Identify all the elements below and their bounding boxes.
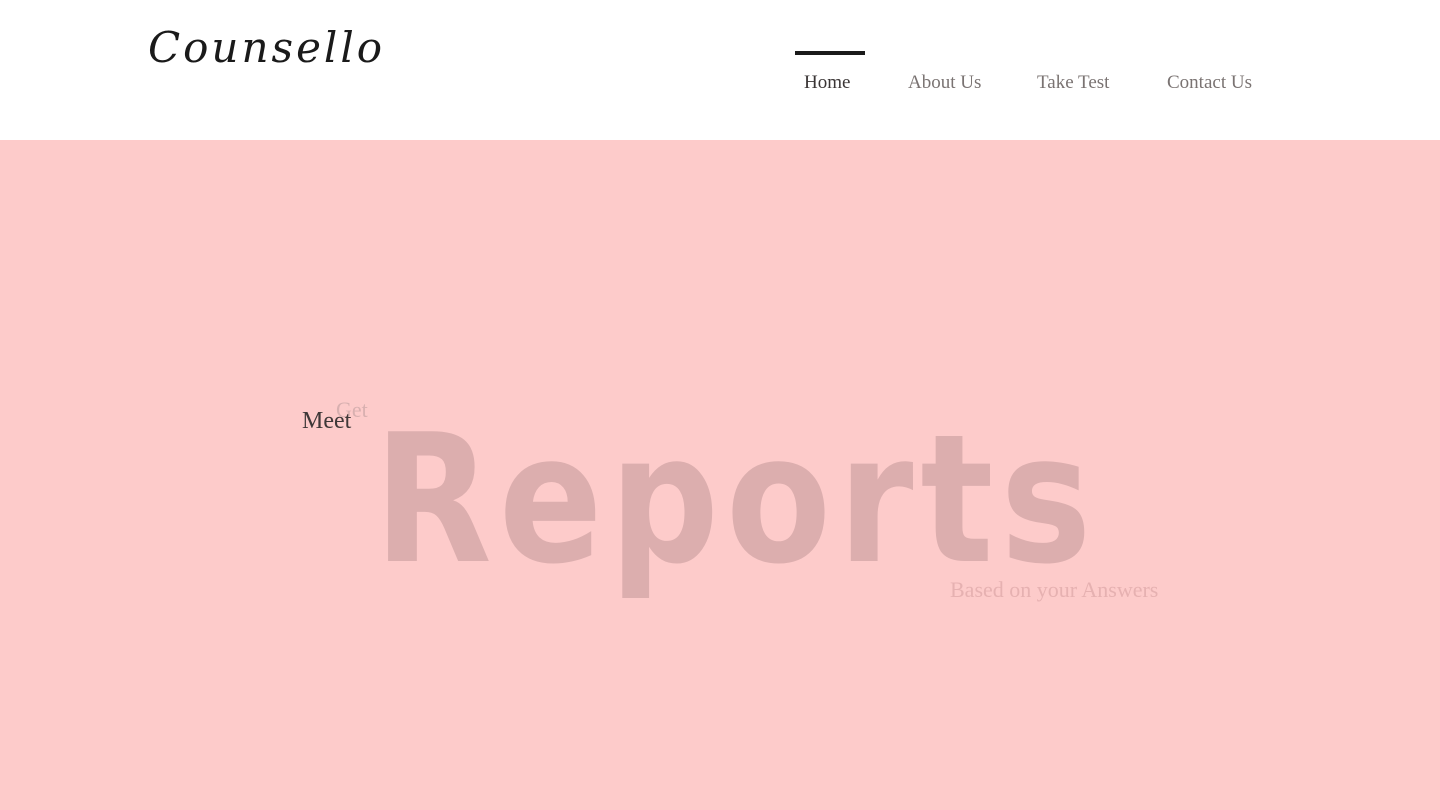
nav-home-link[interactable]: Home: [804, 70, 850, 96]
hero-subline: Based on your Answers: [950, 577, 1159, 602]
main-nav: Home About Us Take Test Contact Us: [0, 0, 1440, 140]
nav-about-us-link[interactable]: About Us: [908, 70, 981, 96]
nav-active-indicator: [795, 51, 865, 55]
nav-contact-us-link[interactable]: Contact Us: [1167, 70, 1252, 96]
hero-headline: Reports: [374, 396, 1099, 603]
hero-meet-text: Meet: [302, 408, 352, 434]
site-header: Counsello Home About Us Take Test Contac…: [0, 0, 1440, 140]
nav-take-test-link[interactable]: Take Test: [1037, 70, 1109, 96]
hero-section: Get Meet Reports Based on your Answers: [0, 140, 1440, 810]
